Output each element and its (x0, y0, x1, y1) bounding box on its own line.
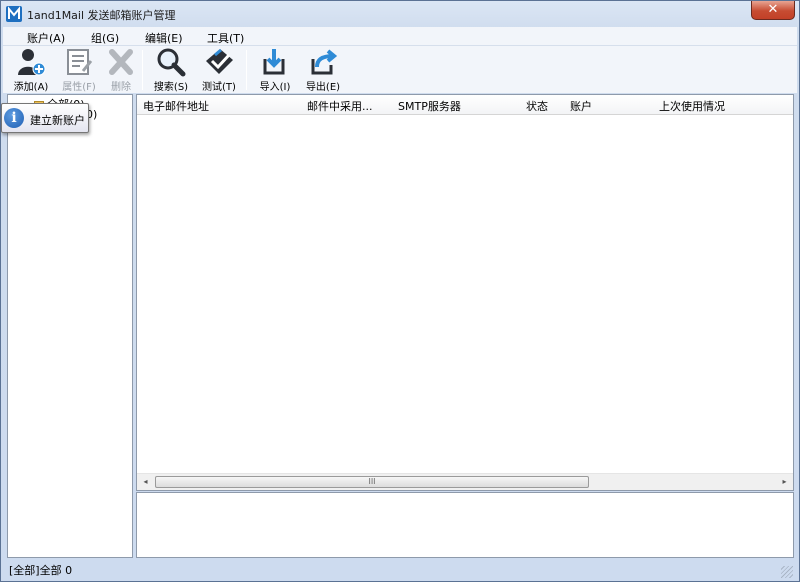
column-header-status[interactable]: 状态 (526, 98, 566, 114)
scroll-right-arrow-icon[interactable]: ▸ (776, 474, 793, 490)
toolbar-separator (246, 50, 247, 90)
toolbar-separator (142, 50, 143, 90)
menu-tools[interactable]: 工具(T) (207, 30, 244, 46)
resize-grip-icon[interactable] (781, 566, 793, 578)
window-title: 1and1Mail 发送邮箱账户管理 (27, 9, 176, 22)
column-header-last-used[interactable]: 上次使用情况 (659, 98, 779, 114)
import-button[interactable]: 导入(I) (253, 47, 297, 93)
add-button-label: 添加(A) (13, 82, 49, 93)
column-header-account[interactable]: 账户 (570, 98, 650, 114)
status-bar: [全部]全部 0 (7, 560, 793, 578)
search-icon (157, 48, 186, 77)
account-list[interactable]: 电子邮件地址 邮件中采用... SMTP服务器 状态 账户 上次使用情况 ◂ I… (136, 94, 794, 491)
add-button[interactable]: 添加(A) (9, 47, 53, 93)
test-button[interactable]: 测试(T) (197, 47, 241, 93)
test-check-icon (206, 48, 233, 74)
delete-button-label: 删除 (111, 82, 131, 93)
export-button-label: 导出(E) (305, 82, 341, 93)
status-text: [全部]全部 0 (9, 564, 73, 577)
add-user-icon (18, 49, 46, 76)
properties-button[interactable]: 属性(F) (57, 47, 101, 93)
export-icon (311, 49, 338, 75)
menu-bar: 账户(A) 组(G) 编辑(E) 工具(T) (3, 27, 797, 46)
close-button[interactable]: ✕ (751, 1, 795, 20)
menu-edit[interactable]: 编辑(E) (145, 30, 183, 46)
main-window: 1and1Mail 发送邮箱账户管理 ✕ 账户(A) 组(G) 编辑(E) 工具… (0, 0, 800, 582)
info-icon: i (4, 108, 24, 128)
tooltip-text: 建立新账户 (30, 114, 85, 127)
group-tree[interactable]: 全部(0) 0) (7, 94, 133, 558)
column-header-used-in-mail[interactable]: 邮件中采用... (307, 98, 391, 114)
search-button-label: 搜索(S) (153, 82, 189, 93)
scroll-thumb[interactable]: III (155, 476, 589, 488)
export-button[interactable]: 导出(E) (301, 47, 345, 93)
toolbar: 添加(A) 属性(F) 删除 搜索(S) 测试(T) 导入(I) 导出(E) (3, 46, 797, 93)
test-button-label: 测试(T) (202, 82, 236, 93)
scroll-grip-icon: III (368, 477, 376, 486)
scroll-left-arrow-icon[interactable]: ◂ (137, 474, 154, 490)
detail-pane (136, 492, 794, 558)
delete-icon (109, 49, 133, 75)
menu-account[interactable]: 账户(A) (27, 30, 65, 46)
close-icon: ✕ (767, 2, 779, 17)
import-button-label: 导入(I) (259, 82, 291, 93)
search-button[interactable]: 搜索(S) (149, 47, 193, 93)
menu-group[interactable]: 组(G) (91, 30, 119, 46)
delete-button[interactable]: 删除 (103, 47, 139, 93)
title-bar[interactable]: 1and1Mail 发送邮箱账户管理 ✕ (1, 1, 799, 27)
properties-button-label: 属性(F) (62, 82, 96, 93)
tooltip: i 建立新账户 (1, 103, 89, 133)
list-header: 电子邮件地址 邮件中采用... SMTP服务器 状态 账户 上次使用情况 (137, 95, 793, 115)
import-icon (263, 49, 285, 75)
column-header-email[interactable]: 电子邮件地址 (143, 98, 303, 114)
app-logo-icon (6, 6, 22, 22)
column-header-smtp-server[interactable]: SMTP服务器 (398, 98, 518, 114)
horizontal-scrollbar[interactable]: ◂ III ▸ (137, 473, 793, 490)
properties-icon (67, 49, 93, 75)
